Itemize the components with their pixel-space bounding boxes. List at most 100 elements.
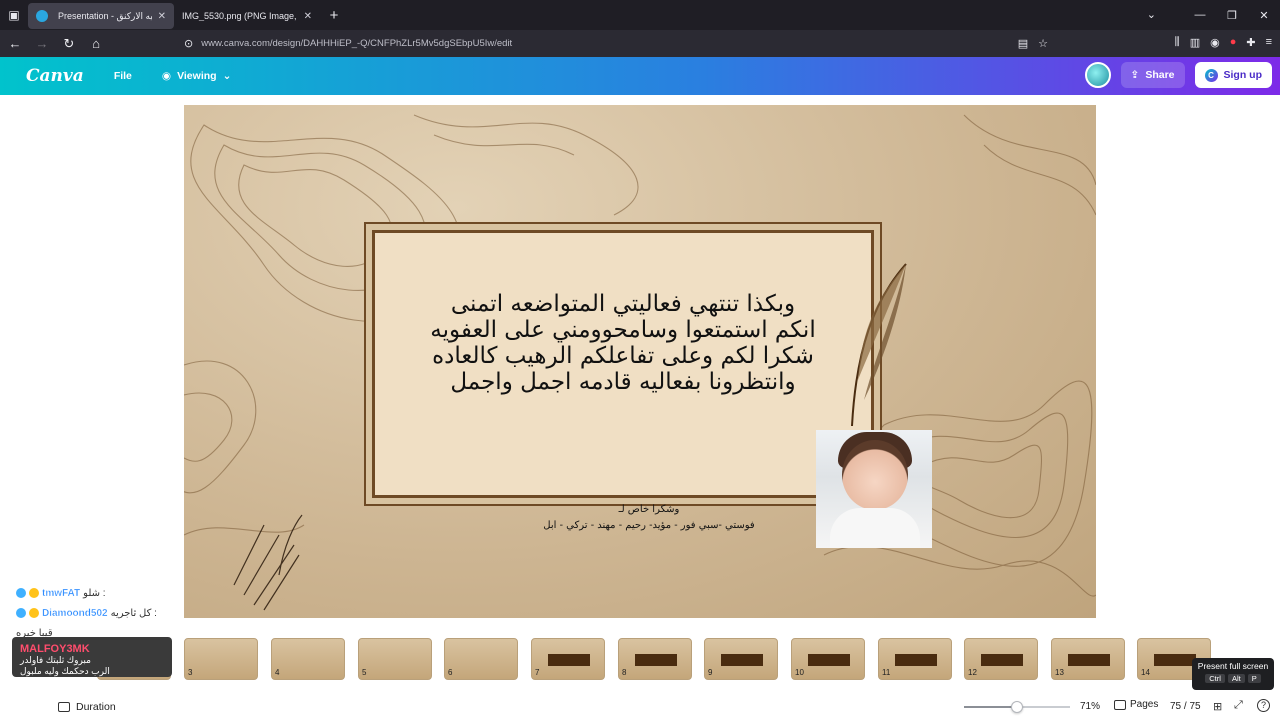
extensions-icon[interactable]: ✚ [1246, 36, 1255, 49]
page-thumbnails: 3 4 5 6 7 8 9 10 11 12 13 14 [0, 636, 1280, 682]
home-icon[interactable]: ⌂ [84, 36, 108, 51]
chat-username: Diamoond502 [42, 607, 108, 619]
page-number: 13 [1055, 668, 1064, 677]
page-thumbnail[interactable]: 8 [618, 638, 692, 680]
page-thumbnail[interactable]: 5 [358, 638, 432, 680]
viewing-label: Viewing [177, 70, 217, 82]
tooltip-title: Present full screen [1197, 661, 1269, 671]
message-line: وبكذا تنتهي فعاليتي المتواضعه اتمنى [450, 291, 796, 317]
chevron-down-icon[interactable]: ⌄ [1147, 8, 1156, 21]
help-icon[interactable]: ? [1257, 699, 1270, 712]
tab-presentation[interactable]: Presentation - فعاليه الاركنق ✕ [28, 3, 174, 29]
page-thumbnail[interactable]: 4 [271, 638, 345, 680]
viewing-dropdown[interactable]: ◉ Viewing ⌄ [162, 70, 231, 82]
message-line: شكرا لكم وعلى تفاعلكم الرهيب كالعاده [432, 343, 814, 369]
chat-line: tmwFAT شلو : [16, 583, 186, 603]
thanks-names: فوستي -سبي فور - مؤيد- رحيم - مهند - ترك… [543, 520, 755, 531]
thanks-title: وشكرا خاص لـ [618, 504, 680, 515]
chat-line: Diamoond502 كل ثاجريه : [16, 603, 186, 623]
page-thumbnail[interactable]: 13 [1051, 638, 1125, 680]
browser-tab-bar: ▣ Presentation - فعاليه الاركنق ✕ IMG_55… [0, 0, 1280, 30]
page-number: 10 [795, 668, 804, 677]
page-thumbnail[interactable]: 3 [184, 638, 258, 680]
page-thumbnail[interactable]: 11 [878, 638, 952, 680]
tab-title: Presentation - فعاليه الاركنق [58, 10, 152, 21]
share-label: Share [1145, 69, 1175, 81]
page-number: 12 [968, 668, 977, 677]
feather-quill-icon [851, 263, 907, 427]
bookmark-star-icon[interactable]: ☆ [1038, 37, 1048, 50]
signup-button[interactable]: C Sign up [1194, 62, 1272, 88]
close-tab-icon[interactable]: ✕ [158, 11, 166, 22]
close-window-icon[interactable]: ✕ [1248, 9, 1280, 22]
closing-message: وبكذا تنتهي فعاليتي المتواضعه اتمنى انكم… [375, 291, 871, 395]
extension-red-icon[interactable]: ● [1230, 36, 1237, 49]
zoom-slider[interactable] [964, 701, 1070, 713]
sidebar-icon[interactable]: ▥ [1190, 36, 1200, 49]
new-tab-button[interactable]: + [320, 7, 348, 24]
minimize-icon[interactable]: — [1184, 9, 1216, 21]
page-number: 14 [1141, 668, 1150, 677]
back-icon[interactable]: ← [3, 36, 27, 51]
slide-canvas[interactable]: وبكذا تنتهي فعاليتي المتواضعه اتمنى انكم… [184, 105, 1096, 618]
badge-icon [29, 588, 39, 598]
close-tab-icon[interactable]: ✕ [304, 11, 312, 22]
page-number: 5 [362, 668, 367, 677]
shortcut-key: Ctrl [1205, 674, 1225, 683]
grid-view-icon[interactable]: ⊞ [1213, 700, 1222, 713]
account-icon[interactable]: ◉ [1210, 36, 1220, 49]
zoom-value[interactable]: 71% [1080, 701, 1100, 712]
message-line: انكم استمتعوا وسامحوومني على العفويه [430, 317, 816, 343]
page-number: 7 [535, 668, 540, 677]
forward-icon[interactable]: → [30, 36, 54, 51]
browser-nav-bar: ← → ↻ ⌂ ⊙ www.canva.com/design/DAHHHiEP_… [0, 30, 1280, 57]
page-thumbnail[interactable]: 6 [444, 638, 518, 680]
pages-button[interactable]: Pages [1114, 699, 1158, 710]
chat-message: كل ثاجريه : [110, 607, 157, 619]
share-button[interactable]: ⇪ Share [1120, 62, 1185, 88]
avatar[interactable] [1084, 62, 1111, 88]
tab-image[interactable]: IMG_5530.png (PNG Image, 828 × … ✕ [174, 3, 320, 29]
badge-icon [16, 608, 26, 618]
pages-icon [1114, 699, 1126, 710]
file-menu[interactable]: File [114, 70, 132, 82]
page-number: 6 [448, 668, 453, 677]
zoom-slider-fill [964, 706, 1017, 708]
stream-chat-overlay: tmwFAT شلو : Diamoond502 كل ثاجريه : قيب… [16, 583, 186, 643]
shortcut-key: Alt [1227, 674, 1245, 683]
stream-alert-overlay: MALFOY3MK مبروك ثلبتك فاولدر الرب دحكمك … [12, 637, 172, 677]
reload-icon[interactable]: ↻ [57, 36, 81, 52]
page-number: 4 [275, 668, 280, 677]
page-thumbnail[interactable]: 10 [791, 638, 865, 680]
library-icon[interactable]: ⫼ [1175, 36, 1180, 49]
duration-button[interactable]: Duration [58, 701, 116, 713]
eye-icon: ◉ [161, 70, 172, 82]
badge-icon [16, 588, 26, 598]
canva-favicon-icon [36, 10, 48, 22]
window-controls: — ❐ ✕ [1184, 0, 1280, 30]
tab-list-icon[interactable]: ▣ [0, 0, 28, 30]
page-thumbnail[interactable]: 7 [531, 638, 605, 680]
canva-logo[interactable]: Canva [26, 66, 84, 86]
address-bar[interactable]: ⊙ www.canva.com/design/DAHHHiEP_-Q/CNFPh… [176, 33, 1056, 54]
photo-face [842, 440, 908, 510]
restore-icon[interactable]: ❐ [1216, 9, 1248, 22]
message-line: وانتظرونا بفعاليه قادمه اجمل واجمل [450, 369, 796, 395]
editor-bottom-bar: Duration 71% Pages 75 / 75 ⊞ ⤢ ? [0, 694, 1280, 720]
tab-title: IMG_5530.png (PNG Image, 828 × … [182, 11, 298, 21]
fullscreen-icon[interactable]: ⤢ [1234, 699, 1243, 712]
page-thumbnail[interactable]: 9 [704, 638, 778, 680]
photo-body [830, 508, 920, 548]
menu-icon[interactable]: ≡ [1266, 36, 1272, 49]
pages-label: Pages [1130, 699, 1159, 710]
thanks-block: وشكرا خاص لـ فوستي -سبي فور - مؤيد- رحيم… [514, 502, 784, 534]
stream-alert-name: MALFOY3MK [20, 643, 90, 655]
chat-username: tmwFAT [42, 587, 81, 599]
chevron-down-icon: ⌄ [222, 70, 232, 82]
badge-icon [29, 608, 39, 618]
zoom-slider-handle[interactable] [1010, 701, 1023, 713]
page-number: 9 [708, 668, 713, 677]
page-thumbnail[interactable]: 12 [964, 638, 1038, 680]
reader-view-icon[interactable]: ▤ [1018, 37, 1028, 50]
site-info-icon[interactable]: ⊙ [184, 37, 193, 50]
